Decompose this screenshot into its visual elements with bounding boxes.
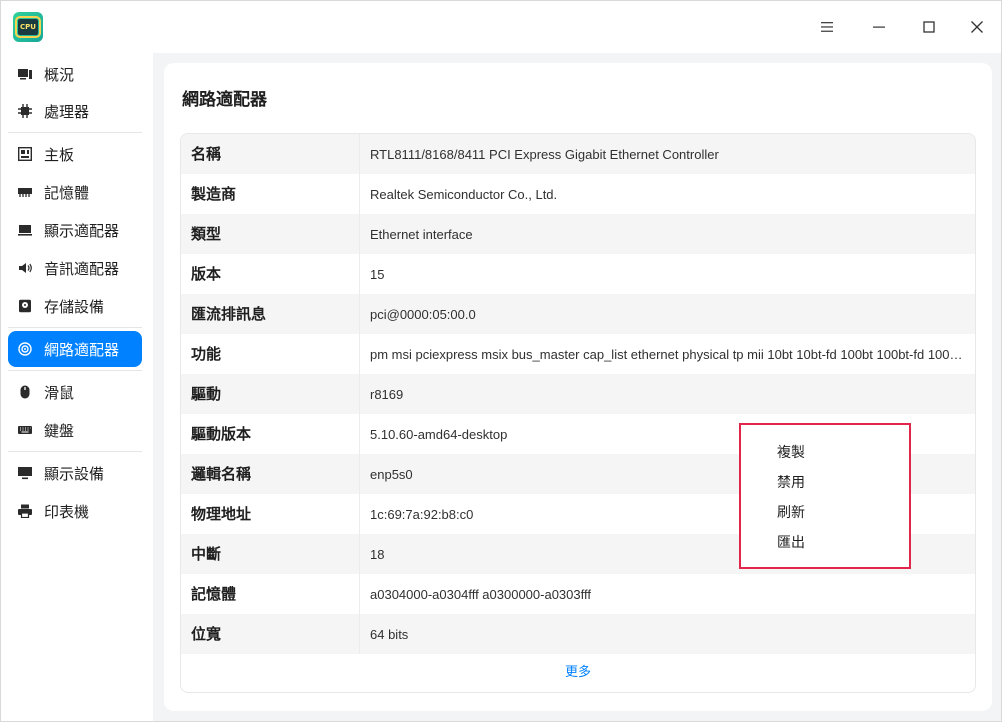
sidebar-item-label: 記憶體 xyxy=(44,183,90,202)
more-link[interactable]: 更多 xyxy=(181,654,975,692)
sidebar-item-label: 顯示適配器 xyxy=(44,221,120,240)
memory-icon xyxy=(18,185,32,199)
sidebar-divider xyxy=(8,132,142,133)
row-key: 驅動 xyxy=(181,374,360,414)
sidebar-item-motherboard[interactable]: 主板 xyxy=(8,136,142,172)
row-key: 物理地址 xyxy=(181,494,360,534)
row-value: RTL8111/8168/8411 PCI Express Gigabit Et… xyxy=(370,146,719,162)
row-key: 記憶體 xyxy=(181,574,360,614)
sidebar-item-audio-adapter[interactable]: 音訊適配器 xyxy=(8,250,142,286)
sidebar-divider xyxy=(8,327,142,328)
sidebar-item-label: 鍵盤 xyxy=(44,421,75,440)
details-panel: 網路適配器 名稱 RTL8111/8168/8411 PCI Express G… xyxy=(164,63,992,711)
close-button[interactable] xyxy=(959,9,995,45)
info-table: 名稱 RTL8111/8168/8411 PCI Express Gigabit… xyxy=(180,133,976,693)
sidebar-item-network-adapter[interactable]: 網路適配器 xyxy=(8,331,142,367)
context-menu-export[interactable]: 匯出 xyxy=(777,531,805,555)
sidebar-item-mouse[interactable]: 滑鼠 xyxy=(8,374,142,410)
table-row[interactable]: 名稱 RTL8111/8168/8411 PCI Express Gigabit… xyxy=(181,134,975,174)
table-row[interactable]: 匯流排訊息 pci@0000:05:00.0 xyxy=(181,294,975,334)
row-value: a0304000-a0304fff a0300000-a0303fff xyxy=(370,586,591,602)
keyboard-icon xyxy=(18,423,32,437)
sidebar: 概況 處理器 主板 記憶體 顯示適配器 音訊適配器 存儲設備 網路適配器 滑鼠 … xyxy=(1,53,153,721)
row-key: 位寬 xyxy=(181,614,360,654)
row-value: Realtek Semiconductor Co., Ltd. xyxy=(370,186,558,202)
row-value: r8169 xyxy=(370,386,404,402)
sidebar-divider xyxy=(8,451,142,452)
table-row[interactable]: 版本 15 xyxy=(181,254,975,294)
context-menu-copy[interactable]: 複製 xyxy=(777,441,805,465)
sidebar-item-label: 網路適配器 xyxy=(44,340,120,359)
sidebar-item-memory[interactable]: 記憶體 xyxy=(8,174,142,210)
page-title: 網路適配器 xyxy=(182,90,267,110)
sidebar-item-storage[interactable]: 存儲設備 xyxy=(8,288,142,324)
row-value: pm msi pciexpress msix bus_master cap_li… xyxy=(370,346,975,362)
sidebar-item-overview[interactable]: 概況 xyxy=(8,56,142,92)
maximize-button[interactable] xyxy=(911,9,947,45)
sidebar-item-label: 主板 xyxy=(44,145,75,164)
sidebar-divider xyxy=(8,370,142,371)
minimize-icon xyxy=(873,26,885,28)
sidebar-item-label: 滑鼠 xyxy=(44,383,75,402)
printer-icon xyxy=(18,504,32,518)
motherboard-icon xyxy=(18,147,32,161)
table-row[interactable]: 位寬 64 bits xyxy=(181,614,975,654)
sidebar-item-label: 存儲設備 xyxy=(44,297,105,316)
table-row[interactable]: 驅動 r8169 xyxy=(181,374,975,414)
row-key: 名稱 xyxy=(181,134,360,174)
sidebar-item-monitor[interactable]: 顯示設備 xyxy=(8,455,142,491)
menu-button[interactable] xyxy=(809,9,845,45)
table-row[interactable]: 製造商 Realtek Semiconductor Co., Ltd. xyxy=(181,174,975,214)
minimize-button[interactable] xyxy=(861,9,897,45)
audio-adapter-icon xyxy=(18,261,32,275)
title-bar: CPU xyxy=(1,1,1001,53)
mouse-icon xyxy=(18,385,32,399)
device-manager-window: CPU 概況 處理器 主板 記憶體 顯示適配器 音訊適配器 存儲設備 網路適配器… xyxy=(0,0,1002,722)
sidebar-item-label: 處理器 xyxy=(44,102,90,121)
network-adapter-icon xyxy=(18,342,32,356)
sidebar-item-printer[interactable]: 印表機 xyxy=(8,493,142,529)
display-adapter-icon xyxy=(18,223,32,237)
sidebar-item-processor[interactable]: 處理器 xyxy=(8,93,142,129)
context-menu-disable[interactable]: 禁用 xyxy=(777,471,805,495)
row-key: 邏輯名稱 xyxy=(181,454,360,494)
app-icon-label: CPU xyxy=(15,16,41,38)
row-key: 製造商 xyxy=(181,174,360,214)
monitor-icon xyxy=(18,466,32,480)
row-value: 64 bits xyxy=(370,626,409,642)
row-key: 版本 xyxy=(181,254,360,294)
table-row[interactable]: 記憶體 a0304000-a0304fff a0300000-a0303fff xyxy=(181,574,975,614)
context-menu-refresh[interactable]: 刷新 xyxy=(777,501,805,525)
processor-icon xyxy=(18,104,32,118)
close-icon xyxy=(971,21,983,33)
sidebar-item-label: 印表機 xyxy=(44,502,90,521)
overview-icon xyxy=(18,67,32,81)
sidebar-item-label: 顯示設備 xyxy=(44,464,105,483)
storage-icon xyxy=(18,299,32,313)
row-key: 中斷 xyxy=(181,534,360,574)
table-row[interactable]: 類型 Ethernet interface xyxy=(181,214,975,254)
row-value: Ethernet interface xyxy=(370,226,473,242)
row-key: 驅動版本 xyxy=(181,414,360,454)
hamburger-menu-icon xyxy=(821,22,833,32)
row-value: pci@0000:05:00.0 xyxy=(370,306,476,322)
sidebar-item-display-adapter[interactable]: 顯示適配器 xyxy=(8,212,142,248)
cpu-chip-icon: CPU xyxy=(13,12,43,42)
row-key: 功能 xyxy=(181,334,360,374)
sidebar-item-label: 音訊適配器 xyxy=(44,259,120,278)
maximize-icon xyxy=(923,21,935,33)
row-value: 15 xyxy=(370,266,385,282)
table-row[interactable]: 功能 pm msi pciexpress msix bus_master cap… xyxy=(181,334,975,374)
sidebar-item-label: 概況 xyxy=(44,65,75,84)
row-key: 匯流排訊息 xyxy=(181,294,360,334)
row-key: 類型 xyxy=(181,214,360,254)
sidebar-item-keyboard[interactable]: 鍵盤 xyxy=(8,412,142,448)
context-menu: 複製 禁用 刷新 匯出 xyxy=(739,423,911,569)
